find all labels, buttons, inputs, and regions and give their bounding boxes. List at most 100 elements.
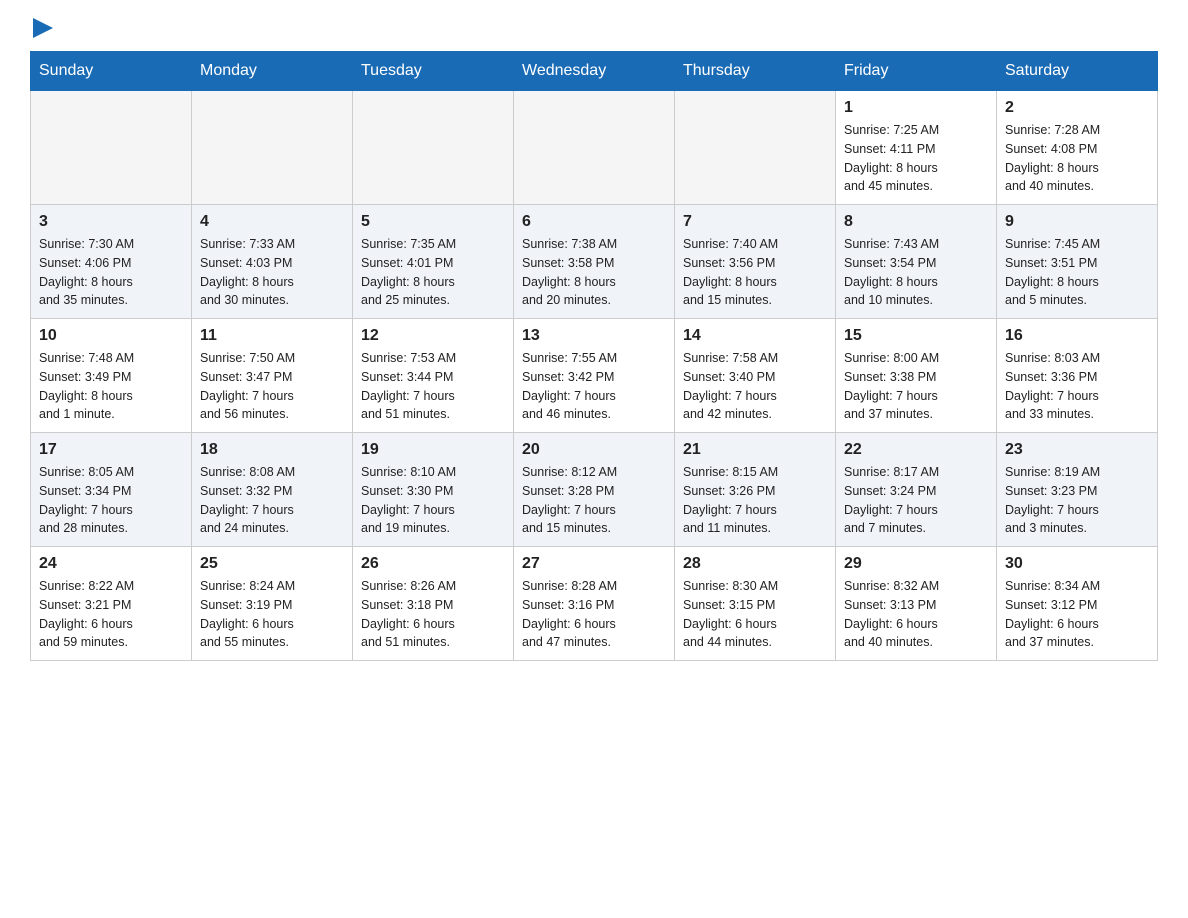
day-info: Sunrise: 8:12 AMSunset: 3:28 PMDaylight:… (522, 463, 666, 538)
day-number: 4 (200, 213, 344, 231)
day-number: 30 (1005, 555, 1149, 573)
calendar-header-monday: Monday (192, 52, 353, 91)
day-info: Sunrise: 8:26 AMSunset: 3:18 PMDaylight:… (361, 577, 505, 652)
day-info: Sunrise: 8:15 AMSunset: 3:26 PMDaylight:… (683, 463, 827, 538)
day-number: 17 (39, 441, 183, 459)
calendar-cell: 26 Sunrise: 8:26 AMSunset: 3:18 PMDayligh… (353, 547, 514, 661)
calendar-cell: 2 Sunrise: 7:28 AMSunset: 4:08 PMDaylight… (997, 91, 1158, 205)
day-info: Sunrise: 7:33 AMSunset: 4:03 PMDaylight:… (200, 235, 344, 310)
calendar-cell: 9 Sunrise: 7:45 AMSunset: 3:51 PMDaylight… (997, 205, 1158, 319)
day-info: Sunrise: 7:25 AMSunset: 4:11 PMDaylight:… (844, 121, 988, 196)
day-info: Sunrise: 7:53 AMSunset: 3:44 PMDaylight:… (361, 349, 505, 424)
day-number: 19 (361, 441, 505, 459)
day-info: Sunrise: 8:22 AMSunset: 3:21 PMDaylight:… (39, 577, 183, 652)
day-number: 9 (1005, 213, 1149, 231)
day-number: 22 (844, 441, 988, 459)
calendar-header-wednesday: Wednesday (514, 52, 675, 91)
calendar-cell: 6 Sunrise: 7:38 AMSunset: 3:58 PMDaylight… (514, 205, 675, 319)
calendar-cell: 17 Sunrise: 8:05 AMSunset: 3:34 PMDayligh… (31, 433, 192, 547)
calendar-cell: 8 Sunrise: 7:43 AMSunset: 3:54 PMDaylight… (836, 205, 997, 319)
calendar-cell: 11 Sunrise: 7:50 AMSunset: 3:47 PMDayligh… (192, 319, 353, 433)
day-info: Sunrise: 8:34 AMSunset: 3:12 PMDaylight:… (1005, 577, 1149, 652)
day-info: Sunrise: 8:05 AMSunset: 3:34 PMDaylight:… (39, 463, 183, 538)
day-number: 5 (361, 213, 505, 231)
calendar-week-2: 3 Sunrise: 7:30 AMSunset: 4:06 PMDaylight… (31, 205, 1158, 319)
day-info: Sunrise: 7:58 AMSunset: 3:40 PMDaylight:… (683, 349, 827, 424)
day-info: Sunrise: 7:40 AMSunset: 3:56 PMDaylight:… (683, 235, 827, 310)
calendar-table: SundayMondayTuesdayWednesdayThursdayFrid… (30, 51, 1158, 661)
day-number: 14 (683, 327, 827, 345)
day-number: 2 (1005, 99, 1149, 117)
calendar-cell: 3 Sunrise: 7:30 AMSunset: 4:06 PMDaylight… (31, 205, 192, 319)
day-number: 25 (200, 555, 344, 573)
day-number: 8 (844, 213, 988, 231)
calendar-week-3: 10 Sunrise: 7:48 AMSunset: 3:49 PMDayligh… (31, 319, 1158, 433)
calendar-header-thursday: Thursday (675, 52, 836, 91)
calendar-cell: 22 Sunrise: 8:17 AMSunset: 3:24 PMDayligh… (836, 433, 997, 547)
calendar-cell: 10 Sunrise: 7:48 AMSunset: 3:49 PMDayligh… (31, 319, 192, 433)
day-info: Sunrise: 8:24 AMSunset: 3:19 PMDaylight:… (200, 577, 344, 652)
day-info: Sunrise: 7:55 AMSunset: 3:42 PMDaylight:… (522, 349, 666, 424)
calendar-header-friday: Friday (836, 52, 997, 91)
calendar-cell: 19Sunrise: 8:10 AMSunset: 3:30 PMDayligh… (353, 433, 514, 547)
calendar-header-sunday: Sunday (31, 52, 192, 91)
day-number: 1 (844, 99, 988, 117)
calendar-cell: 1 Sunrise: 7:25 AMSunset: 4:11 PMDaylight… (836, 91, 997, 205)
calendar-cell: 20 Sunrise: 8:12 AMSunset: 3:28 PMDayligh… (514, 433, 675, 547)
calendar-cell: 27 Sunrise: 8:28 AMSunset: 3:16 PMDayligh… (514, 547, 675, 661)
day-number: 23 (1005, 441, 1149, 459)
day-number: 28 (683, 555, 827, 573)
calendar-week-5: 24 Sunrise: 8:22 AMSunset: 3:21 PMDayligh… (31, 547, 1158, 661)
day-number: 10 (39, 327, 183, 345)
logo-triangle-icon (33, 18, 53, 38)
day-info: Sunrise: 7:30 AMSunset: 4:06 PMDaylight:… (39, 235, 183, 310)
calendar-cell (192, 91, 353, 205)
day-number: 18 (200, 441, 344, 459)
day-number: 27 (522, 555, 666, 573)
day-number: 20 (522, 441, 666, 459)
calendar-cell: 28 Sunrise: 8:30 AMSunset: 3:15 PMDayligh… (675, 547, 836, 661)
day-info: Sunrise: 7:28 AMSunset: 4:08 PMDaylight:… (1005, 121, 1149, 196)
day-number: 11 (200, 327, 344, 345)
calendar-cell: 25 Sunrise: 8:24 AMSunset: 3:19 PMDayligh… (192, 547, 353, 661)
calendar-cell: 23 Sunrise: 8:19 AMSunset: 3:23 PMDayligh… (997, 433, 1158, 547)
day-number: 21 (683, 441, 827, 459)
day-info: Sunrise: 7:38 AMSunset: 3:58 PMDaylight:… (522, 235, 666, 310)
day-number: 24 (39, 555, 183, 573)
calendar-cell: 30 Sunrise: 8:34 AMSunset: 3:12 PMDayligh… (997, 547, 1158, 661)
calendar-cell: 13 Sunrise: 7:55 AMSunset: 3:42 PMDayligh… (514, 319, 675, 433)
calendar-cell: 21 Sunrise: 8:15 AMSunset: 3:26 PMDayligh… (675, 433, 836, 547)
day-number: 13 (522, 327, 666, 345)
day-info: Sunrise: 8:19 AMSunset: 3:23 PMDaylight:… (1005, 463, 1149, 538)
day-info: Sunrise: 8:00 AMSunset: 3:38 PMDaylight:… (844, 349, 988, 424)
calendar-header-saturday: Saturday (997, 52, 1158, 91)
calendar-cell (31, 91, 192, 205)
day-info: Sunrise: 8:28 AMSunset: 3:16 PMDaylight:… (522, 577, 666, 652)
day-number: 7 (683, 213, 827, 231)
calendar-cell (353, 91, 514, 205)
day-number: 12 (361, 327, 505, 345)
day-number: 16 (1005, 327, 1149, 345)
day-info: Sunrise: 7:43 AMSunset: 3:54 PMDaylight:… (844, 235, 988, 310)
day-info: Sunrise: 7:45 AMSunset: 3:51 PMDaylight:… (1005, 235, 1149, 310)
day-info: Sunrise: 8:17 AMSunset: 3:24 PMDaylight:… (844, 463, 988, 538)
day-number: 6 (522, 213, 666, 231)
logo (30, 20, 60, 35)
day-number: 26 (361, 555, 505, 573)
day-info: Sunrise: 7:35 AMSunset: 4:01 PMDaylight:… (361, 235, 505, 310)
calendar-cell: 29Sunrise: 8:32 AMSunset: 3:13 PMDayligh… (836, 547, 997, 661)
day-number: 29 (844, 555, 988, 573)
calendar-cell: 15 Sunrise: 8:00 AMSunset: 3:38 PMDayligh… (836, 319, 997, 433)
calendar-cell: 4 Sunrise: 7:33 AMSunset: 4:03 PMDaylight… (192, 205, 353, 319)
calendar-cell: 12 Sunrise: 7:53 AMSunset: 3:44 PMDayligh… (353, 319, 514, 433)
calendar-week-1: 1 Sunrise: 7:25 AMSunset: 4:11 PMDaylight… (31, 91, 1158, 205)
day-info: Sunrise: 8:30 AMSunset: 3:15 PMDaylight:… (683, 577, 827, 652)
day-number: 3 (39, 213, 183, 231)
calendar-cell: 7 Sunrise: 7:40 AMSunset: 3:56 PMDaylight… (675, 205, 836, 319)
day-info: Sunrise: 7:48 AMSunset: 3:49 PMDaylight:… (39, 349, 183, 424)
day-number: 15 (844, 327, 988, 345)
day-info: Sunrise: 8:08 AMSunset: 3:32 PMDaylight:… (200, 463, 344, 538)
day-info: Sunrise: 7:50 AMSunset: 3:47 PMDaylight:… (200, 349, 344, 424)
calendar-header-tuesday: Tuesday (353, 52, 514, 91)
calendar-cell: 18 Sunrise: 8:08 AMSunset: 3:32 PMDayligh… (192, 433, 353, 547)
